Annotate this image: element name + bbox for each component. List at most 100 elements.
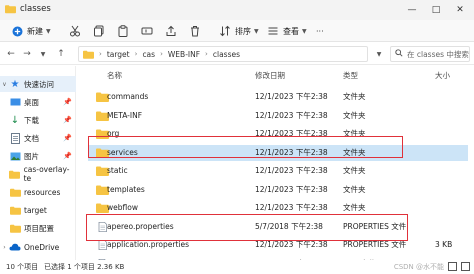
selection-info: 已选择 1 个项目 2.36 KB — [44, 263, 125, 271]
cloud-icon — [9, 241, 21, 253]
star-icon: ★ — [10, 78, 20, 90]
sidebar-item-label: 项目配置 — [24, 223, 54, 233]
breadcrumb-segment[interactable]: WEB-INF — [168, 50, 200, 59]
chevron-right-icon: › — [205, 50, 208, 58]
column-header-modified[interactable]: 修改日期 — [255, 70, 285, 81]
address-bar[interactable]: › target › cas › WEB-INF › classes — [78, 46, 368, 62]
recent-button[interactable]: ▼ — [36, 47, 50, 61]
sidebar-item-label: OneDrive — [24, 242, 60, 252]
search-input[interactable]: 在 classes 中搜索 — [390, 46, 470, 62]
details-view-icon[interactable] — [448, 262, 457, 271]
folder-icon — [9, 186, 21, 198]
share-icon — [164, 24, 178, 38]
view-label: 查看 — [283, 26, 299, 36]
sidebar-item-project-config[interactable]: 项目配置 — [0, 220, 76, 236]
column-header-type[interactable]: 类型 — [343, 70, 358, 81]
plus-circle-icon — [10, 24, 24, 38]
folder-icon — [9, 168, 21, 180]
tiles-view-icon[interactable] — [461, 262, 470, 271]
new-button[interactable]: 新建 ▼ — [10, 23, 51, 39]
more-button[interactable]: ··· — [316, 23, 324, 39]
sidebar-item-desktop[interactable]: 桌面 📌 — [0, 94, 76, 110]
chevron-down-icon: ∨ — [2, 80, 7, 88]
delete-button[interactable] — [188, 23, 202, 39]
file-size: 3 KB — [435, 240, 453, 249]
search-icon — [395, 49, 403, 59]
file-modified: 12/1/2023 下午2:38 — [255, 184, 328, 194]
breadcrumb-segment[interactable]: classes — [213, 50, 240, 59]
item-count: 10 个项目 — [6, 263, 39, 271]
folder-icon — [9, 222, 21, 234]
sidebar-item-label: target — [24, 205, 47, 215]
picture-icon — [9, 150, 21, 162]
file-name: static — [107, 166, 128, 175]
close-button[interactable]: ✕ — [450, 2, 470, 18]
copy-button[interactable] — [92, 23, 106, 39]
desktop-icon — [9, 96, 21, 108]
file-name: META-INF — [107, 110, 143, 120]
file-row[interactable]: commands 12/1/2023 下午2:38 文件夹 — [88, 89, 468, 105]
sidebar-item-quick-access[interactable]: ∨ ★ 快速访问 — [0, 76, 76, 92]
sidebar-item-label: resources — [24, 187, 61, 197]
rename-icon — [140, 24, 154, 38]
file-row[interactable]: META-INF 12/1/2023 下午2:38 文件夹 — [88, 108, 468, 124]
highlight-box — [88, 136, 403, 158]
view-button[interactable]: 查看 ▼ — [266, 23, 307, 39]
breadcrumb-segment[interactable]: cas — [142, 50, 155, 59]
file-modified: 12/1/2023 下午2:38 — [255, 110, 328, 120]
breadcrumb-segment[interactable]: target — [107, 50, 130, 59]
up-button[interactable]: ↑ — [54, 47, 68, 61]
sidebar-item-resources[interactable]: resources — [0, 184, 76, 200]
sidebar-item-label: cas-overlay-te — [23, 165, 70, 183]
chevron-right-icon: › — [134, 50, 138, 58]
highlight-box — [86, 214, 408, 241]
address-dropdown-button[interactable]: ▼ — [372, 47, 386, 61]
minimize-button[interactable]: — — [402, 2, 422, 18]
back-button[interactable]: ← — [4, 47, 18, 61]
chevron-down-icon: ▼ — [46, 27, 51, 35]
scissors-icon — [68, 24, 82, 38]
folder-icon — [5, 5, 16, 14]
forward-button[interactable]: → — [20, 47, 34, 61]
sort-icon — [218, 24, 232, 38]
pin-icon: 📌 — [63, 98, 72, 106]
sidebar-item-target[interactable]: target — [0, 202, 76, 218]
column-header-size[interactable]: 大小 — [435, 70, 450, 81]
arrow-up-icon: ↑ — [57, 49, 65, 59]
file-name: templates — [107, 184, 145, 194]
more-label: ··· — [316, 26, 324, 36]
navigation-bar: ← → ▼ ↑ › target › cas › WEB-INF › class… — [0, 43, 474, 65]
explorer-window: classes — □ ✕ 新建 ▼ 排序 ▼ 查看 ▼ ··· ← → ▼ ↑… — [0, 0, 474, 274]
file-row[interactable]: templates 12/1/2023 下午2:38 文件夹 — [88, 182, 468, 198]
maximize-button[interactable]: □ — [426, 2, 446, 18]
copy-icon — [92, 24, 106, 38]
file-row[interactable]: static 12/1/2023 下午2:38 文件夹 — [88, 163, 468, 179]
sidebar-item-label: 快速访问 — [24, 79, 54, 89]
rename-button[interactable] — [140, 23, 154, 39]
watermark: CSDN @水不能 — [393, 263, 444, 271]
new-label: 新建 — [27, 26, 43, 36]
chevron-down-icon: ▼ — [376, 50, 382, 58]
file-modified: 12/1/2023 下午2:38 — [255, 166, 328, 175]
sort-button[interactable]: 排序 ▼ — [218, 23, 259, 39]
cut-button[interactable] — [68, 23, 82, 39]
chevron-right-icon: › — [99, 50, 102, 58]
share-button[interactable] — [164, 23, 178, 39]
chevron-right-icon: › — [160, 50, 163, 58]
paste-button[interactable] — [116, 23, 130, 39]
file-type: 文件夹 — [343, 92, 366, 101]
sidebar-item-downloads[interactable]: ↓ 下载 📌 — [0, 112, 76, 128]
arrow-left-icon: ← — [7, 49, 15, 59]
file-type: 文件夹 — [343, 110, 366, 120]
sidebar-item-label: 文档 — [24, 133, 39, 143]
sidebar-item-documents[interactable]: 文档 📌 — [0, 130, 76, 146]
pin-icon: 📌 — [63, 134, 72, 142]
sidebar-item-cas-overlay[interactable]: cas-overlay-te — [0, 165, 76, 183]
sort-label: 排序 — [235, 26, 251, 36]
chevron-right-icon: › — [3, 243, 6, 251]
sidebar-item-label: 图片 — [24, 151, 39, 161]
sidebar-item-pictures[interactable]: 图片 📌 — [0, 148, 76, 164]
search-placeholder: 在 classes 中搜索 — [407, 49, 469, 59]
sidebar-item-onedrive[interactable]: › OneDrive — [0, 239, 76, 255]
column-header-name[interactable]: 名称 — [107, 70, 122, 81]
